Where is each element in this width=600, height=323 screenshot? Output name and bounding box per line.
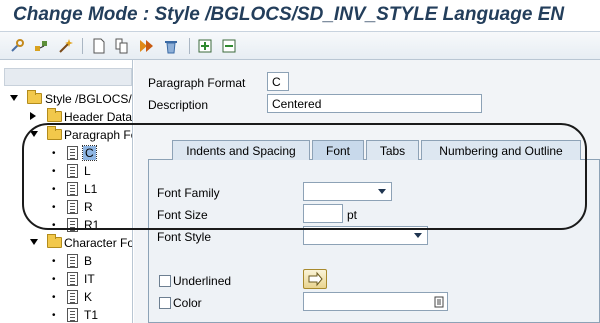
- document-icon: [67, 146, 78, 160]
- tree-node-label: Character Formats: [64, 236, 132, 250]
- tree-item-label: L: [84, 164, 91, 178]
- remove-icon[interactable]: [221, 38, 237, 54]
- document-icon: [67, 272, 78, 286]
- tree-item-label: B: [84, 254, 93, 268]
- window-title: Change Mode : Style /BGLOCS/SD_INV_STYLE…: [13, 4, 565, 25]
- tab-container: Indents and Spacing Font Tabs Numbering …: [148, 140, 600, 323]
- tree-item-label: R: [84, 200, 93, 214]
- folder-icon: [47, 108, 62, 122]
- bullet-icon: •: [52, 184, 56, 195]
- tab-tabs[interactable]: Tabs: [366, 140, 419, 160]
- document-icon: [67, 182, 78, 196]
- tree-node-header-data[interactable]: Header Data: [0, 108, 133, 126]
- new-document-icon[interactable]: [91, 38, 107, 54]
- navigation-tree: Style /BGLOCS/SD_INV_STYLE Header Data P…: [0, 60, 133, 323]
- settings-icon[interactable]: [9, 38, 25, 54]
- document-icon: [67, 308, 78, 322]
- tree-item-paragraph-r[interactable]: • R: [0, 198, 132, 216]
- tree-node-label: Paragraph Formats: [64, 128, 132, 142]
- font-size-label: Font Size: [157, 208, 208, 222]
- tree-node-label: Header Data: [64, 110, 133, 124]
- tree-node-character-formats[interactable]: Character Formats: [0, 234, 132, 252]
- bullet-icon: •: [52, 310, 56, 321]
- font-tab-panel: Font Family Font Size pt Font Style Unde…: [148, 160, 600, 323]
- tab-numbering-and-outline[interactable]: Numbering and Outline: [421, 140, 581, 160]
- underline-options-button[interactable]: [303, 269, 327, 289]
- tree-item-character-b[interactable]: • B: [0, 252, 132, 270]
- paragraph-format-label: Paragraph Format: [148, 76, 246, 90]
- tab-strip: Indents and Spacing Font Tabs Numbering …: [148, 140, 600, 160]
- tree-item-paragraph-l1[interactable]: • L1: [0, 180, 132, 198]
- delete-icon[interactable]: [163, 38, 179, 54]
- detail-pane: Paragraph Format C Description Centered …: [134, 60, 600, 323]
- chevron-down-icon[interactable]: [378, 189, 386, 194]
- tab-font[interactable]: Font: [312, 140, 364, 160]
- font-size-unit: pt: [347, 208, 358, 222]
- font-style-label: Font Style: [157, 230, 212, 244]
- tree-item-label: C: [82, 145, 97, 161]
- tree-item-character-k[interactable]: • K: [0, 288, 132, 306]
- color-field[interactable]: [303, 292, 448, 311]
- tree-item-label: L1: [84, 182, 98, 196]
- application-toolbar: [0, 32, 600, 60]
- bullet-icon: •: [52, 292, 56, 303]
- tree-item-paragraph-r1[interactable]: • R1: [0, 216, 132, 234]
- tab-indents-and-spacing[interactable]: Indents and Spacing: [172, 140, 310, 160]
- document-icon: [67, 200, 78, 214]
- expand-arrow-icon[interactable]: [10, 95, 18, 101]
- tree-item-character-t1[interactable]: • T1: [0, 306, 132, 323]
- tree-node-label: Style /BGLOCS/SD_INV_STYLE: [45, 92, 132, 106]
- copy-icon[interactable]: [114, 38, 130, 54]
- chevron-down-icon[interactable]: [414, 233, 422, 238]
- bullet-icon: •: [52, 274, 56, 285]
- tree-item-character-it[interactable]: • IT: [0, 270, 132, 288]
- document-icon: [67, 164, 78, 178]
- tree-item-label: T1: [84, 308, 99, 322]
- insert-icon[interactable]: [197, 38, 213, 54]
- bullet-icon: •: [52, 166, 56, 177]
- tree-item-label: IT: [84, 272, 95, 286]
- color-checkbox[interactable]: [159, 297, 171, 309]
- expand-arrow-icon[interactable]: [30, 239, 38, 245]
- folder-icon: [27, 90, 42, 104]
- font-size-field[interactable]: [303, 204, 343, 223]
- document-icon: [67, 218, 78, 232]
- bullet-icon: •: [52, 256, 56, 267]
- tree-header: [4, 68, 132, 86]
- toolbar-separator: [189, 38, 190, 54]
- collapse-arrow-icon[interactable]: [30, 112, 36, 120]
- underlined-checkbox[interactable]: [159, 275, 171, 287]
- document-icon: [67, 290, 78, 304]
- description-label: Description: [148, 98, 209, 112]
- expand-arrow-icon[interactable]: [30, 131, 38, 137]
- tree-item-label: K: [84, 290, 93, 304]
- magic-wand-icon[interactable]: [57, 38, 73, 54]
- arrow-right-icon: [308, 271, 323, 287]
- paragraph-format-field[interactable]: C: [267, 72, 289, 91]
- tree-item-paragraph-l[interactable]: • L: [0, 162, 132, 180]
- hierarchy-icon[interactable]: [33, 38, 49, 54]
- document-icon: [67, 254, 78, 268]
- font-style-dropdown[interactable]: [303, 226, 428, 245]
- bullet-icon: •: [52, 148, 56, 159]
- bullet-icon: •: [52, 220, 56, 231]
- folder-icon: [47, 234, 62, 248]
- bullet-icon: •: [52, 202, 56, 213]
- description-field[interactable]: Centered: [267, 94, 482, 113]
- underlined-label: Underlined: [173, 274, 232, 288]
- color-label: Color: [173, 296, 202, 310]
- font-family-label: Font Family: [157, 186, 220, 200]
- title-bar: Change Mode : Style /BGLOCS/SD_INV_STYLE…: [0, 0, 600, 32]
- tree-node-style[interactable]: Style /BGLOCS/SD_INV_STYLE: [0, 90, 132, 108]
- tree-item-label: R1: [84, 218, 100, 232]
- font-family-dropdown[interactable]: [303, 182, 392, 201]
- folder-icon: [47, 126, 62, 140]
- value-help-icon[interactable]: [434, 296, 444, 308]
- toolbar-separator: [82, 38, 83, 54]
- execute-icon[interactable]: [138, 38, 154, 54]
- tree-node-paragraph-formats[interactable]: Paragraph Formats: [0, 126, 132, 144]
- tree-item-paragraph-c[interactable]: • C: [0, 144, 132, 162]
